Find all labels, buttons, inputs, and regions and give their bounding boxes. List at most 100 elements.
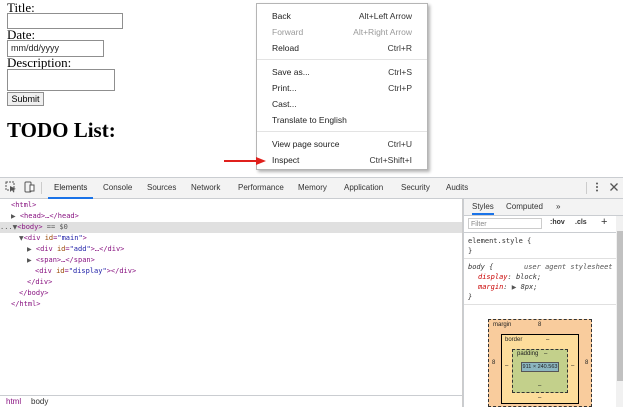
menu-item-label: Inspect bbox=[272, 155, 300, 165]
dom-attr-value: "add" bbox=[69, 245, 91, 253]
panel-divider[interactable] bbox=[462, 199, 463, 407]
dom-tag: </html> bbox=[11, 300, 41, 308]
dom-node-span[interactable]: ▶ <span>…</span> bbox=[27, 255, 95, 266]
expand-triangle-icon[interactable]: ▶ bbox=[11, 213, 16, 220]
dom-node-div-close[interactable]: </div> bbox=[27, 277, 52, 288]
dom-selected-marker: == $0 bbox=[42, 223, 68, 231]
toolbar-divider bbox=[586, 182, 587, 194]
tab-elements[interactable]: Elements bbox=[48, 178, 94, 199]
menu-item-label: Back bbox=[272, 11, 291, 21]
tab-console[interactable]: Console bbox=[103, 178, 132, 198]
menu-item-print[interactable]: Print... Ctrl+P bbox=[257, 81, 427, 95]
styles-tabbar: Styles Computed » bbox=[464, 199, 623, 216]
description-textarea[interactable] bbox=[7, 69, 115, 91]
css-prop-name: margin bbox=[478, 283, 504, 291]
menu-item-shortcut: Ctrl+U bbox=[387, 139, 412, 149]
menu-item-back[interactable]: Back Alt+Left Arrow bbox=[257, 9, 427, 23]
css-prop-value: block; bbox=[515, 273, 542, 281]
close-icon[interactable] bbox=[608, 181, 620, 193]
dom-node-html[interactable]: <html> bbox=[11, 200, 36, 211]
box-model-padding[interactable]: padding – 911 × 240.563 – bbox=[512, 349, 568, 393]
red-arrow-icon bbox=[224, 157, 266, 165]
expand-triangle-icon[interactable]: ▶ bbox=[512, 284, 517, 291]
menu-item-label: Translate to English bbox=[272, 115, 347, 125]
border-bottom-value: – bbox=[538, 395, 542, 401]
dom-node-html-close[interactable]: </html> bbox=[11, 299, 41, 310]
menu-item-inspect[interactable]: Inspect Ctrl+Shift+I bbox=[257, 153, 427, 167]
box-model-border[interactable]: border – – – – padding – 911 × 240.563 – bbox=[501, 334, 579, 404]
border-top-value: – bbox=[546, 337, 550, 343]
add-rule-icon[interactable]: + bbox=[601, 216, 607, 228]
padding-top-value: – bbox=[544, 351, 548, 357]
styles-filter-input[interactable]: Filter bbox=[468, 218, 542, 229]
elements-dom-tree: <html> ▶ <head>…</head> ...▼<body> == $0… bbox=[0, 199, 462, 395]
dom-attr-value: "display" bbox=[68, 267, 107, 275]
menu-item-view-source[interactable]: View page source Ctrl+U bbox=[257, 137, 427, 151]
margin-right-value: 8 bbox=[585, 360, 589, 366]
css-prop-name: display bbox=[478, 273, 508, 281]
expand-triangle-icon[interactable]: ▶ bbox=[27, 246, 32, 253]
menu-item-shortcut: Ctrl+P bbox=[388, 83, 412, 93]
dom-node-div-add[interactable]: ▶ <div id="add">…</div> bbox=[27, 244, 124, 255]
menu-item-label: Cast... bbox=[272, 99, 297, 109]
context-menu: Back Alt+Left Arrow Forward Alt+Right Arro… bbox=[256, 3, 428, 170]
menu-item-forward: Forward Alt+Right Arrow bbox=[257, 25, 427, 39]
border-label: border bbox=[505, 337, 523, 343]
menu-item-cast[interactable]: Cast... bbox=[257, 97, 427, 111]
padding-label: padding bbox=[517, 351, 539, 357]
box-model-content[interactable]: 911 × 240.563 bbox=[521, 362, 559, 372]
expand-triangle-icon[interactable]: ▶ bbox=[27, 257, 32, 264]
dom-node-div-display[interactable]: <div id="display"></div> bbox=[35, 266, 136, 277]
dom-tag: <span>…</span> bbox=[35, 256, 95, 264]
tab-sources[interactable]: Sources bbox=[147, 178, 176, 198]
styles-scrollbar[interactable] bbox=[616, 216, 623, 407]
menu-item-label: Save as... bbox=[272, 67, 310, 77]
css-prop-value: 8px; bbox=[520, 283, 538, 291]
breadcrumb: html body bbox=[0, 395, 462, 408]
padding-bottom-value: – bbox=[538, 383, 542, 389]
styles-filter-bar: Filter :hov .cls + bbox=[464, 216, 623, 233]
tab-computed[interactable]: Computed bbox=[506, 199, 543, 215]
element-style-rule[interactable]: element.style { bbox=[468, 236, 531, 246]
rule-selector: body { bbox=[468, 263, 494, 271]
submit-button[interactable]: Submit bbox=[7, 92, 44, 106]
device-toolbar-icon[interactable] bbox=[23, 181, 35, 193]
css-prop-margin[interactable]: margin: ▶ 8px; bbox=[478, 282, 537, 292]
dom-attr-name: id bbox=[44, 234, 54, 242]
rule-close-brace: } bbox=[468, 293, 473, 301]
tab-application[interactable]: Application bbox=[344, 178, 383, 198]
tab-network[interactable]: Network bbox=[191, 178, 220, 198]
menu-item-shortcut: Ctrl+R bbox=[387, 43, 412, 53]
breadcrumb-html[interactable]: html bbox=[6, 397, 21, 406]
tab-performance[interactable]: Performance bbox=[238, 178, 284, 198]
dom-node-div-main[interactable]: ▼<div id="main"> bbox=[19, 233, 87, 244]
body-rule-selector[interactable]: body {user agent stylesheet bbox=[468, 262, 613, 272]
cls-toggle[interactable]: .cls bbox=[575, 219, 587, 226]
menu-item-reload[interactable]: Reload Ctrl+R bbox=[257, 41, 427, 55]
scrollbar-thumb[interactable] bbox=[617, 231, 623, 381]
tab-audits[interactable]: Audits bbox=[446, 178, 468, 198]
box-model-margin[interactable]: margin 8 8 8 border – – – – padding – 91… bbox=[488, 319, 592, 407]
dom-node-body-selected[interactable]: ...▼<body> == $0 bbox=[0, 222, 462, 233]
menu-item-translate[interactable]: Translate to English bbox=[257, 113, 427, 127]
margin-top-value: 8 bbox=[538, 322, 542, 328]
hov-toggle[interactable]: :hov bbox=[550, 219, 565, 226]
rule-close-brace: } bbox=[468, 247, 473, 255]
breadcrumb-body[interactable]: body bbox=[31, 397, 48, 406]
rule-divider bbox=[464, 304, 616, 305]
tab-styles[interactable]: Styles bbox=[472, 199, 494, 215]
dom-tag: div bbox=[40, 245, 53, 253]
menu-item-label: Print... bbox=[272, 83, 297, 93]
dom-tag: </div> bbox=[27, 278, 53, 286]
more-options-icon[interactable] bbox=[591, 181, 603, 193]
toolbar-divider bbox=[41, 182, 42, 194]
menu-item-save-as[interactable]: Save as... Ctrl+S bbox=[257, 65, 427, 79]
dom-node-head[interactable]: ▶ <head>…</head> bbox=[11, 211, 79, 222]
more-tabs-chevron-icon[interactable]: » bbox=[556, 199, 560, 215]
css-prop-display[interactable]: display: block; bbox=[478, 272, 541, 282]
tab-security[interactable]: Security bbox=[401, 178, 430, 198]
dom-node-body-close[interactable]: </body> bbox=[19, 288, 49, 299]
dom-tag: div bbox=[27, 234, 41, 242]
tab-memory[interactable]: Memory bbox=[298, 178, 327, 198]
inspect-element-icon[interactable] bbox=[5, 181, 17, 193]
